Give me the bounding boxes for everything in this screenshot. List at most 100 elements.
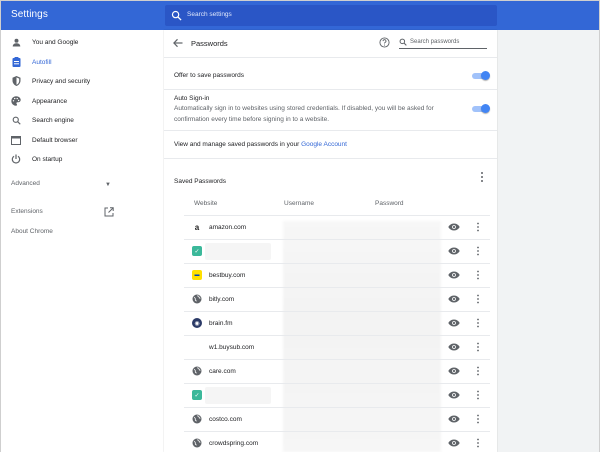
browser-icon (11, 135, 21, 145)
green-square-icon: ✓ (192, 246, 202, 256)
more-vert-icon[interactable] (475, 390, 481, 400)
row-divider (184, 431, 490, 432)
search-icon (11, 115, 21, 125)
divider (164, 89, 497, 90)
row-divider (184, 239, 490, 240)
auto-signin-description: Automatically sign in to websites using … (174, 105, 434, 123)
row-divider (184, 287, 490, 288)
globe-icon (192, 414, 202, 424)
password-search-box[interactable]: Search passwords (399, 36, 487, 49)
more-vert-icon[interactable] (475, 318, 481, 328)
sidebar-item-appearance[interactable]: Appearance (1, 92, 164, 110)
more-vert-icon[interactable] (475, 294, 481, 304)
sidebar-advanced[interactable]: Advanced (11, 180, 40, 187)
sidebar-item-privacy-and-security[interactable]: Privacy and security (1, 72, 164, 90)
person-icon (11, 37, 21, 47)
eye-icon[interactable] (448, 319, 460, 327)
column-header-username: Username (284, 200, 314, 207)
sidebar-item-you-and-google[interactable]: You and Google (1, 33, 164, 51)
table-row-site: w1.buysub.com (209, 344, 255, 351)
top-bar: Settings Search settings (1, 1, 599, 30)
password-search-input[interactable]: Search passwords (410, 39, 459, 45)
globe-icon (192, 438, 202, 448)
auto-signin-label: Auto Sign-in (174, 95, 210, 102)
chevron-down-icon[interactable]: ▼ (105, 182, 111, 188)
table-row-site: brain.fm (209, 320, 233, 327)
row-divider (184, 263, 490, 264)
divider (164, 158, 497, 159)
table-row-site: costco.com (209, 416, 242, 423)
sidebar-item-default-browser[interactable]: Default browser (1, 131, 164, 149)
eye-icon[interactable] (448, 247, 460, 255)
more-vert-icon[interactable] (475, 246, 481, 256)
manage-passwords-label: View and manage saved passwords in your (174, 141, 302, 148)
redacted-credentials (283, 221, 441, 452)
auto-signin-toggle[interactable] (472, 104, 490, 113)
eye-icon[interactable] (448, 415, 460, 423)
app-title: Settings (11, 9, 48, 20)
scrollbar-track[interactable] (591, 30, 599, 452)
bestbuy-icon: ▬ (192, 270, 202, 280)
page-title: Passwords (191, 39, 228, 48)
search-icon (171, 10, 182, 21)
table-row-site: bestbuy.com (209, 272, 246, 279)
more-vert-icon[interactable] (475, 414, 481, 424)
sidebar-extensions[interactable]: Extensions (11, 208, 43, 215)
settings-search-box[interactable]: Search settings (165, 5, 497, 26)
eye-icon[interactable] (448, 391, 460, 399)
sidebar-item-search-engine[interactable]: Search engine (1, 111, 164, 129)
sidebar-item-label: Appearance (32, 97, 68, 105)
shield-icon (11, 76, 21, 86)
sidebar-item-on-startup[interactable]: On startup (1, 150, 164, 168)
brainfm-icon: ◉ (192, 318, 202, 328)
search-icon (399, 38, 407, 46)
palette-icon (11, 96, 21, 106)
saved-passwords-title: Saved Passwords (174, 178, 227, 185)
toggle-knob (481, 71, 490, 80)
eye-icon[interactable] (448, 295, 460, 303)
open-in-new-icon[interactable] (104, 207, 114, 217)
row-divider (184, 335, 490, 336)
more-vert-icon[interactable] (475, 342, 481, 352)
toggle-knob (481, 104, 490, 113)
row-divider (184, 407, 490, 408)
settings-search-input[interactable]: Search settings (187, 11, 232, 18)
more-vert-icon[interactable] (475, 270, 481, 280)
help-icon[interactable] (379, 37, 390, 48)
globe-icon (192, 294, 202, 304)
row-divider (184, 359, 490, 360)
row-divider (184, 215, 490, 216)
eye-icon[interactable] (448, 271, 460, 279)
more-vert-icon[interactable] (475, 222, 481, 232)
amazon-icon: a (192, 222, 202, 232)
more-vert-icon[interactable] (475, 438, 481, 448)
google-account-link[interactable]: Google Account (301, 141, 347, 148)
offer-to-save-toggle[interactable] (472, 71, 490, 80)
green-square-icon: ✓ (192, 390, 202, 400)
sidebar-item-label: Autofill (32, 58, 52, 66)
power-icon (11, 154, 21, 164)
more-vert-icon[interactable] (475, 366, 481, 376)
sidebar-item-label: You and Google (32, 38, 79, 46)
sidebar-item-label: Search engine (32, 116, 74, 124)
more-vert-icon[interactable] (478, 171, 486, 183)
sidebar-item-autofill[interactable]: Autofill (1, 53, 164, 71)
globe-icon (192, 366, 202, 376)
eye-icon[interactable] (448, 343, 460, 351)
clipboard-icon (11, 57, 21, 67)
table-row-site: bitly.com (209, 296, 235, 303)
eye-icon[interactable] (448, 367, 460, 375)
sidebar-item-label: On startup (32, 155, 63, 163)
table-row-site: amazon.com (209, 224, 247, 231)
eye-icon[interactable] (448, 223, 460, 231)
sidebar-about-chrome[interactable]: About Chrome (11, 228, 53, 235)
redacted-site (205, 387, 271, 404)
redacted-site (205, 243, 271, 260)
table-row-site: crowdspring.com (209, 440, 259, 447)
eye-icon[interactable] (448, 439, 460, 447)
column-header-password: Password (375, 200, 404, 207)
row-divider (184, 311, 490, 312)
back-arrow-icon[interactable] (173, 38, 183, 48)
table-row-site: care.com (209, 368, 236, 375)
sidebar-item-label: Default browser (32, 136, 78, 144)
